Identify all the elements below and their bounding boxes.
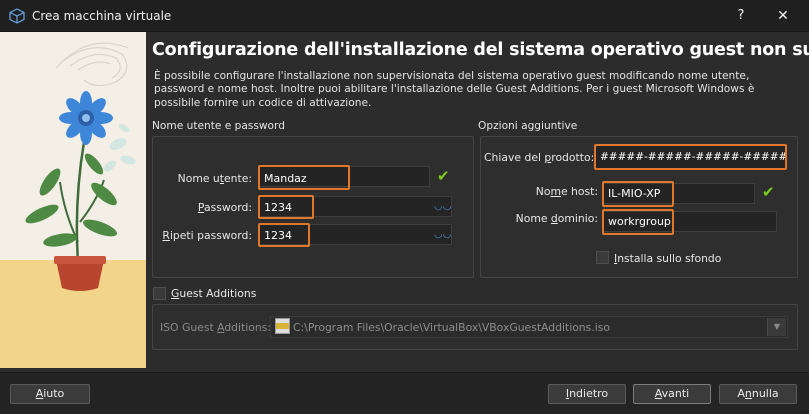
guest-additions-label: Guest Additions [171,287,257,300]
hostname-valid-icon: ✔ [762,183,775,201]
domain-value: workrgroup [608,215,671,228]
help-button[interactable]: Aiuto [10,384,90,404]
repeat-password-label: Ripeti password: [162,229,252,242]
page-description: È possibile configurare l'installazione … [154,70,755,109]
user-section-title: Nome utente e password [152,120,285,132]
domain-label: Nome dominio: [515,212,598,225]
product-key-value: #####-#####-#####-#####-##### [600,151,785,163]
guest-additions-checkbox[interactable] [153,287,166,300]
back-button[interactable]: Indietro [548,384,626,404]
username-label: Nome utente: [177,172,252,185]
iso-file-icon [275,318,290,334]
page-heading: Configurazione dell'installazione del si… [152,40,809,60]
window-title: Crea macchina virtuale [32,9,172,23]
iso-label: ISO Guest Additions: [160,321,271,334]
show-repeat-password-icon[interactable]: ◡◡ [434,229,451,240]
next-button[interactable]: Avanti [633,384,711,404]
install-background-checkbox[interactable] [596,251,609,264]
password-value: 1234 [264,201,292,214]
wizard-illustration [0,32,146,368]
product-key-label: Chiave del prodotto: [484,151,595,164]
help-title-button[interactable]: ? [726,4,756,28]
iso-path-value: C:\Program Files\Oracle\VirtualBox\VBoxG… [293,321,610,334]
virtualbox-app-icon [9,8,25,24]
show-password-icon[interactable]: ◡◡ [434,201,451,212]
cancel-button[interactable]: Annulla [719,384,797,404]
hostname-value: IL-MIO-XP [608,187,661,200]
hostname-label: Nome host: [535,185,598,198]
close-icon[interactable]: ✕ [766,4,800,28]
install-background-label: Installa sullo sfondo [614,252,722,265]
username-valid-icon: ✔ [437,167,450,185]
password-label: Password: [197,201,252,214]
username-value: Mandaz [264,172,307,185]
repeat-password-value: 1234 [264,229,292,242]
chevron-down-icon[interactable]: ▼ [767,318,786,336]
options-section-title: Opzioni aggiuntive [478,120,578,132]
